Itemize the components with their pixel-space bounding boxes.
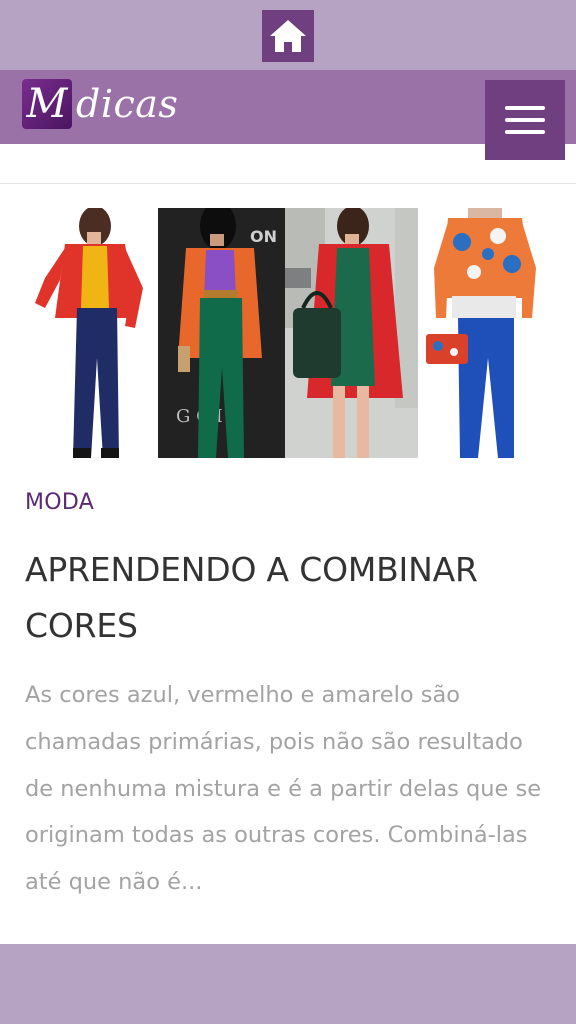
home-button[interactable] (262, 10, 314, 62)
hamburger-menu-icon (505, 106, 545, 110)
site-header: M dicas (0, 70, 576, 160)
post-excerpt: As cores azul, vermelho e amarelo são ch… (25, 682, 542, 896)
bottom-bar (0, 944, 576, 1024)
svg-text:ON: ON (250, 227, 277, 246)
header-divider (0, 183, 576, 184)
home-icon (270, 20, 306, 52)
logo-badge: M (22, 79, 72, 129)
top-bar (0, 0, 576, 70)
post-featured-image[interactable]: ON G C I (25, 208, 552, 458)
post-category-link[interactable]: MODA (25, 490, 94, 515)
logo-text: dicas (76, 82, 179, 126)
outfit-photo-1 (25, 208, 158, 458)
outfit-photo-4 (418, 208, 552, 458)
menu-button[interactable] (485, 80, 565, 160)
outfit-photo-2: ON G C I (158, 208, 285, 458)
post-title[interactable]: APRENDENDO A COMBINAR CORES (25, 542, 565, 654)
site-logo[interactable]: M dicas (22, 78, 178, 130)
outfit-photo-3 (285, 208, 418, 458)
